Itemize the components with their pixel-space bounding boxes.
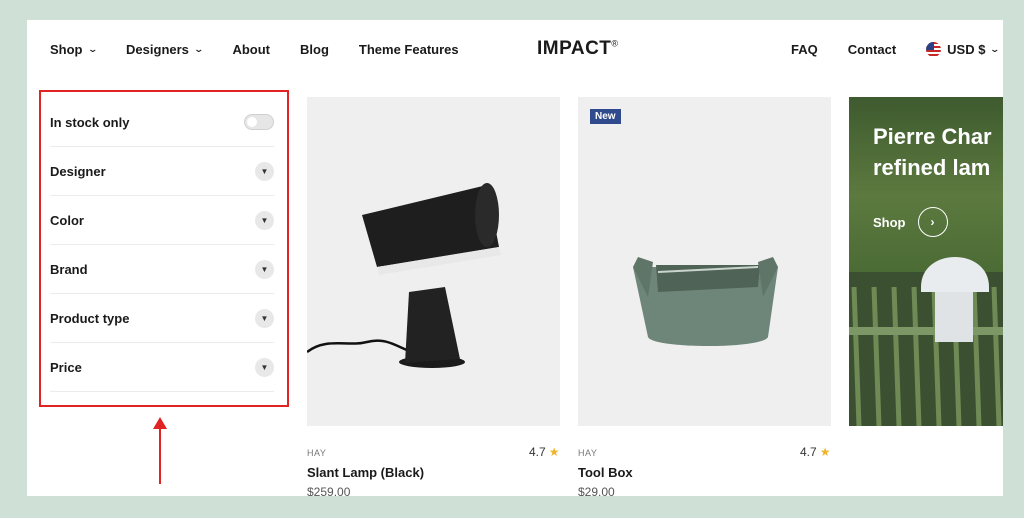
chevron-down-icon: ⌄ <box>989 44 1001 54</box>
chevron-down-icon[interactable]: ▼ <box>255 308 274 328</box>
toolbox-illustration <box>633 257 778 346</box>
nav-designers-label: Designers <box>126 42 189 57</box>
filter-designer[interactable]: Designer ▼ <box>50 147 274 196</box>
filter-sidebar: In stock only Designer ▼ Color ▼ Brand ▼… <box>39 90 289 407</box>
filter-product-type[interactable]: Product type ▼ <box>50 294 274 343</box>
nav-faq[interactable]: FAQ <box>791 42 818 57</box>
promo-shop-link[interactable]: Shop › <box>873 207 948 237</box>
filter-price[interactable]: Price ▼ <box>50 343 274 392</box>
promo-banner[interactable]: Pierre Char refined lam Shop › <box>849 97 1003 426</box>
product-name[interactable]: Tool Box <box>578 465 633 480</box>
product-brand: HAY <box>307 448 327 458</box>
product-rating: 4.7 ★ <box>529 445 559 459</box>
main-nav: Shop ⌄ Designers ⌄ About Blog Theme Feat… <box>50 42 489 57</box>
currency-selector[interactable]: USD $ ⌄ <box>926 42 1001 57</box>
product-name[interactable]: Slant Lamp (Black) <box>307 465 424 480</box>
nav-about[interactable]: About <box>232 42 270 57</box>
filter-in-stock[interactable]: In stock only <box>50 98 274 147</box>
product-price: $259.00 <box>307 485 351 496</box>
promo-title: Pierre Char refined lam <box>873 121 1003 183</box>
nav-faq-label: FAQ <box>791 42 818 57</box>
chevron-down-icon[interactable]: ▼ <box>255 161 274 181</box>
site-logo[interactable]: IMPACT® <box>537 38 619 60</box>
promo-title-line2: refined lam <box>873 155 991 180</box>
star-icon: ★ <box>548 445 560 459</box>
us-flag-icon <box>926 42 942 57</box>
nav-about-label: About <box>232 42 271 57</box>
promo-shop-label: Shop <box>873 214 906 230</box>
nav-contact[interactable]: Contact <box>848 42 896 57</box>
nav-contact-label: Contact <box>847 42 897 57</box>
star-icon: ★ <box>819 445 831 459</box>
chevron-down-icon[interactable]: ▼ <box>255 357 274 377</box>
nav-blog-label: Blog <box>300 42 329 57</box>
chevron-down-icon: ⌄ <box>193 44 204 54</box>
filter-in-stock-label: In stock only <box>50 114 130 130</box>
currency-label: USD $ <box>947 42 986 57</box>
rating-value: 4.7 <box>800 445 817 459</box>
filter-color-label: Color <box>50 212 84 228</box>
filter-color[interactable]: Color ▼ <box>50 196 274 245</box>
arrow-right-icon[interactable]: › <box>917 207 948 237</box>
filter-brand[interactable]: Brand ▼ <box>50 245 274 294</box>
filter-price-label: Price <box>50 359 82 375</box>
nav-designers[interactable]: Designers ⌄ <box>126 42 204 57</box>
chevron-down-icon: ⌄ <box>86 44 98 54</box>
annotation-arrow-line <box>159 420 161 484</box>
storefront-window: Shop ⌄ Designers ⌄ About Blog Theme Feat… <box>27 20 1003 496</box>
product-image-tool-box[interactable]: New <box>578 97 831 426</box>
logo-text: IMPACT <box>537 38 612 59</box>
nav-shop[interactable]: Shop ⌄ <box>50 42 98 57</box>
rating-value: 4.7 <box>529 445 546 459</box>
lamp-illustration <box>307 183 501 368</box>
nav-blog[interactable]: Blog <box>300 42 329 57</box>
nav-shop-label: Shop <box>50 42 83 57</box>
nav-theme-features[interactable]: Theme Features <box>359 42 459 57</box>
filter-brand-label: Brand <box>50 261 88 277</box>
in-stock-toggle[interactable] <box>244 114 274 130</box>
filter-product-type-label: Product type <box>50 310 130 326</box>
site-header: Shop ⌄ Designers ⌄ About Blog Theme Feat… <box>27 20 1003 80</box>
logo-mark: ® <box>611 38 619 49</box>
chevron-down-icon[interactable]: ▼ <box>255 259 274 279</box>
utility-nav: FAQ Contact USD $ ⌄ <box>761 42 1001 57</box>
filter-designer-label: Designer <box>50 163 106 179</box>
product-image-slant-lamp[interactable] <box>307 97 560 426</box>
chevron-down-icon[interactable]: ▼ <box>255 210 274 230</box>
promo-title-line1: Pierre Char <box>873 124 992 149</box>
product-rating: 4.7 ★ <box>800 445 830 459</box>
new-badge: New <box>590 109 621 124</box>
nav-theme-features-label: Theme Features <box>358 42 459 57</box>
product-price: $29.00 <box>578 485 615 496</box>
product-brand: HAY <box>578 448 598 458</box>
